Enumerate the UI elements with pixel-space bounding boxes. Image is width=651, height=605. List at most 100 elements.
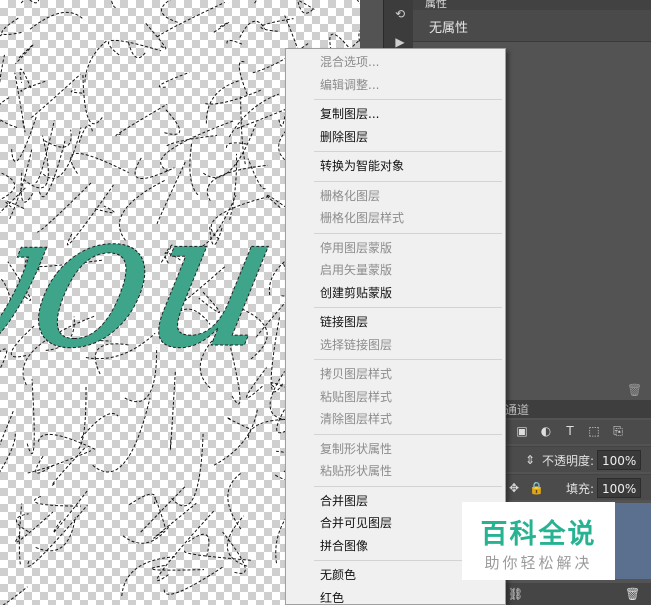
menu-separator xyxy=(286,356,505,363)
link-layers-icon[interactable]: ⛓ xyxy=(508,587,523,601)
selection-path xyxy=(15,513,29,533)
fill-field[interactable]: 100% xyxy=(597,478,642,498)
menu-separator xyxy=(286,96,505,103)
selection-path xyxy=(82,73,103,125)
trash-icon[interactable]: 🗑 xyxy=(627,383,642,397)
selection-path xyxy=(161,0,178,23)
lock-all-icon[interactable]: 🔒 xyxy=(529,481,544,495)
selection-path xyxy=(239,20,266,38)
selection-path xyxy=(18,503,23,565)
selection-path xyxy=(92,397,151,473)
opacity-field[interactable]: 100% xyxy=(597,450,642,470)
selection-path xyxy=(115,103,168,137)
menu-separator xyxy=(286,304,505,311)
menu-item[interactable]: 红色 xyxy=(286,587,505,605)
selection-path xyxy=(37,433,96,450)
selection-path xyxy=(108,39,162,56)
canvas-text-you: you xyxy=(0,170,298,391)
channels-tab[interactable]: 通道 xyxy=(505,401,529,418)
filter-adjustment-icon[interactable]: ◐ xyxy=(539,424,553,438)
selection-path xyxy=(226,417,250,429)
filter-shape-icon[interactable]: ⬚ xyxy=(587,424,601,438)
menu-item[interactable]: 链接图层 xyxy=(286,311,505,334)
menu-item: 粘贴形状属性 xyxy=(320,464,393,478)
selection-path xyxy=(29,12,85,30)
menu-item[interactable]: 转换为智能对象 xyxy=(286,155,505,178)
selection-path xyxy=(188,533,210,557)
menu-item[interactable]: 删除图层 xyxy=(286,126,505,149)
selection-path xyxy=(153,502,197,539)
menu-item[interactable]: 创建剪贴蒙版 xyxy=(286,282,505,305)
selection-path xyxy=(0,431,16,473)
delete-layer-icon[interactable]: 🗑 xyxy=(625,587,640,601)
selection-path xyxy=(122,524,171,544)
menu-separator xyxy=(286,148,505,155)
selection-path xyxy=(70,89,83,94)
menu-separator xyxy=(286,230,505,237)
selection-path xyxy=(156,509,215,582)
selection-path xyxy=(2,586,28,605)
properties-status-text: 无属性 xyxy=(429,21,469,36)
menu-separator xyxy=(286,178,505,185)
selection-path xyxy=(78,386,87,450)
menu-item[interactable]: 复制图层... xyxy=(286,103,505,126)
selection-path xyxy=(225,142,247,148)
selection-path xyxy=(213,408,258,466)
watermark-logo: 百科全说 助你轻松解决 xyxy=(462,502,615,580)
selection-path xyxy=(20,80,47,92)
selection-path xyxy=(184,550,253,561)
properties-header: 无属性 xyxy=(413,10,651,42)
selection-path xyxy=(15,511,54,543)
selection-path xyxy=(11,116,37,162)
selection-path xyxy=(30,73,81,118)
watermark-title: 百科全说 xyxy=(480,519,597,550)
selection-path xyxy=(140,485,187,533)
menu-item: 选择链接图层 xyxy=(320,337,393,352)
menu-item: 编辑调整... xyxy=(320,77,380,92)
selection-path xyxy=(52,489,89,533)
selection-path xyxy=(27,504,88,567)
menu-item: 复制形状属性 xyxy=(320,441,393,456)
selection-path xyxy=(213,21,230,33)
selection-path xyxy=(0,54,5,122)
selection-path xyxy=(160,120,235,172)
menu-item: 粘贴图层样式 xyxy=(320,389,393,404)
history-icon[interactable]: ⟲ xyxy=(392,6,408,22)
selection-path xyxy=(19,68,32,89)
menu-item: 栅格化图层样式 xyxy=(320,211,405,225)
selection-path xyxy=(356,0,360,4)
selection-path xyxy=(34,495,82,507)
selection-path xyxy=(1,17,22,36)
selection-path xyxy=(358,30,360,42)
menu-item: 混合选项... xyxy=(320,55,380,69)
menu-item: 栅格化图层 xyxy=(320,188,381,203)
selection-path xyxy=(151,565,205,571)
selection-path xyxy=(158,71,190,88)
selection-path xyxy=(29,0,39,4)
selection-path xyxy=(15,44,34,65)
lock-position-icon[interactable]: ✥ xyxy=(507,481,521,495)
selection-path xyxy=(270,316,284,393)
selection-path xyxy=(80,413,119,439)
selection-path xyxy=(226,39,244,46)
selection-path xyxy=(238,60,248,95)
blend-mode-stepper-icon[interactable]: ⇕ xyxy=(523,453,537,467)
selection-path xyxy=(205,80,240,124)
watermark-subtitle: 助你轻松解决 xyxy=(484,554,593,572)
selection-path xyxy=(27,450,92,474)
selection-path xyxy=(84,39,109,83)
selection-path xyxy=(227,472,242,530)
selection-path xyxy=(0,96,18,128)
filter-smart-object-icon[interactable]: ⎘ xyxy=(611,424,625,438)
filter-pixel-icon[interactable]: ▣ xyxy=(515,424,529,438)
selection-path xyxy=(145,22,167,50)
selection-path xyxy=(0,32,4,37)
properties-tab[interactable]: 属性 xyxy=(413,0,651,10)
menu-separator xyxy=(286,431,505,438)
menu-item: 清除图层样式 xyxy=(320,412,393,426)
menu-item: 启用矢量蒙版 xyxy=(320,263,393,277)
selection-path xyxy=(110,0,117,8)
fill-label: 填充: xyxy=(566,482,595,496)
filter-type-icon[interactable]: T xyxy=(563,424,577,438)
menu-item: 停用图层蒙版 xyxy=(320,240,393,255)
